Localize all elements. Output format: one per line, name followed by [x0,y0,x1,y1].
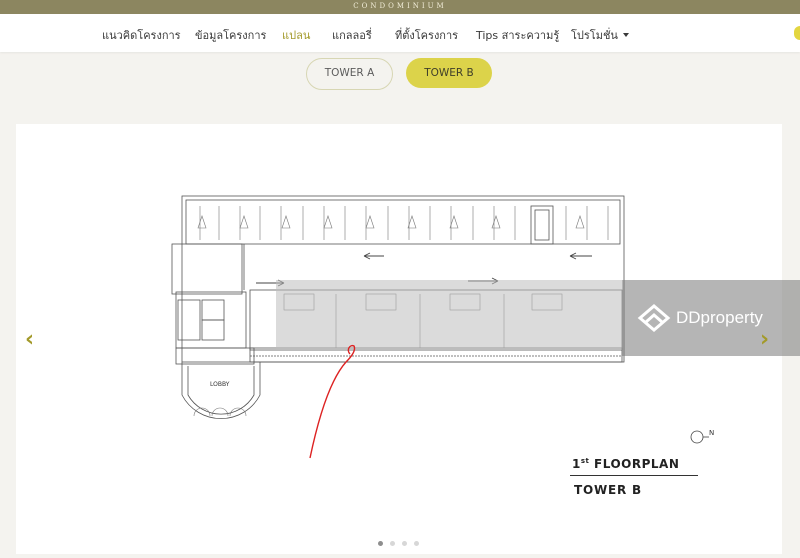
ddproperty-logo-icon [637,304,671,332]
floor-number: 1 [572,457,581,471]
north-label: N [709,429,715,437]
carousel-dot-2[interactable] [390,541,395,546]
lobby-label: LOBBY [210,381,230,388]
carousel-dot-1[interactable] [378,541,383,546]
carousel-dot-4[interactable] [414,541,419,546]
caption-divider [570,475,698,476]
chevron-right-icon[interactable]: › [760,329,769,351]
floorplan-label: FLOORPLAN [589,457,680,471]
floorplan-caption: 1st FLOORPLAN [572,457,679,471]
watermark-overlay: DDproperty [622,280,800,356]
chevron-left-icon[interactable]: ‹ [25,329,34,351]
carousel-dot-3[interactable] [402,541,407,546]
watermark-text: DDproperty [676,308,763,327]
tower-caption: TOWER B [574,483,642,497]
